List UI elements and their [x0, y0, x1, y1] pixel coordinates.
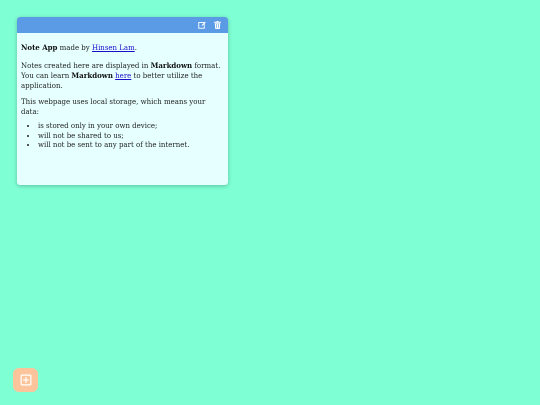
list-item: will not be shared to us; [38, 132, 224, 142]
intro-line: Note App made by Hinsen Lam. [21, 43, 224, 54]
author-link[interactable]: Hinsen Lam [92, 44, 135, 52]
plus-square-icon [20, 371, 32, 390]
markdown-paragraph: Notes created here are displayed in Mark… [21, 61, 224, 92]
markdown-bold-2: Markdown [71, 71, 113, 80]
list-item: is stored only in your own device; [38, 122, 224, 132]
app-name: Note App [21, 43, 58, 52]
note-header [17, 17, 228, 33]
here-link[interactable]: here [115, 72, 131, 80]
intro-period: . [134, 44, 137, 52]
note-card: Note App made by Hinsen Lam. Notes creat… [17, 17, 228, 185]
edit-icon[interactable] [197, 21, 206, 30]
storage-list: is stored only in your own device; will … [21, 122, 224, 151]
storage-paragraph: This webpage uses local storage, which m… [21, 98, 206, 116]
para1-text-1: Notes created here are displayed in [21, 61, 151, 70]
made-by-text: made by [57, 44, 92, 52]
note-content: Note App made by Hinsen Lam. Notes creat… [17, 33, 228, 155]
list-item: will not be sent to any part of the inte… [38, 141, 224, 151]
markdown-bold-1: Markdown [150, 60, 193, 70]
trash-icon[interactable] [213, 21, 222, 30]
add-note-button[interactable] [13, 368, 38, 392]
